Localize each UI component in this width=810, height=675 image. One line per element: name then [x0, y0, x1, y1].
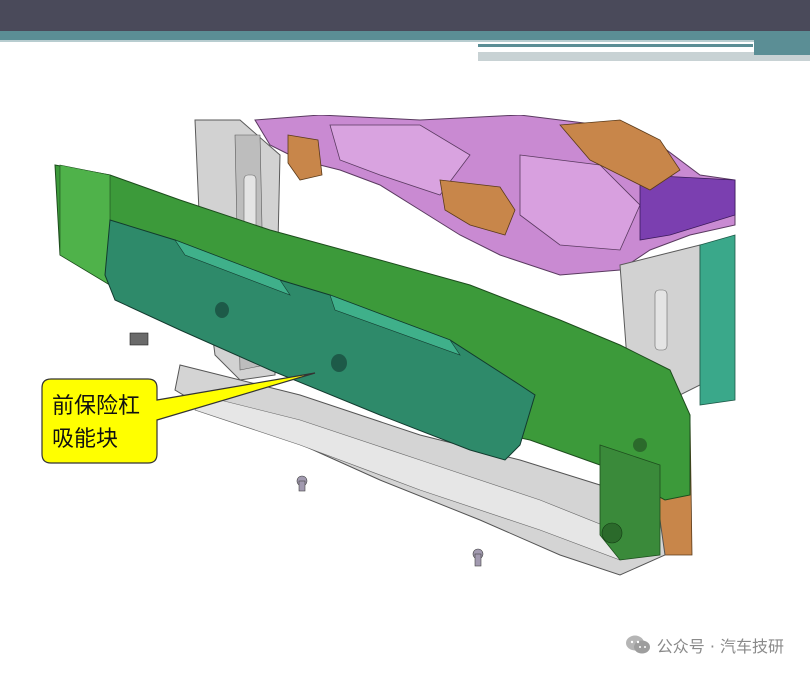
watermark: 公众号 · 汽车技研: [625, 632, 784, 658]
slide-header-stripe: [0, 31, 810, 40]
bumper-assembly-diagram: [41, 115, 736, 576]
slide-corner-block: [754, 31, 810, 55]
slide-accent-line: [478, 44, 753, 47]
callout-line-2: 吸能块: [52, 427, 119, 452]
slide-header-line: [0, 40, 810, 42]
callout-label: 前保险杠 吸能块: [52, 390, 152, 456]
callout-line-1: 前保险杠: [52, 394, 141, 419]
slide-header-band: [0, 0, 810, 31]
wechat-icon: [625, 635, 650, 654]
watermark-text: 公众号 · 汽车技研: [656, 637, 784, 656]
